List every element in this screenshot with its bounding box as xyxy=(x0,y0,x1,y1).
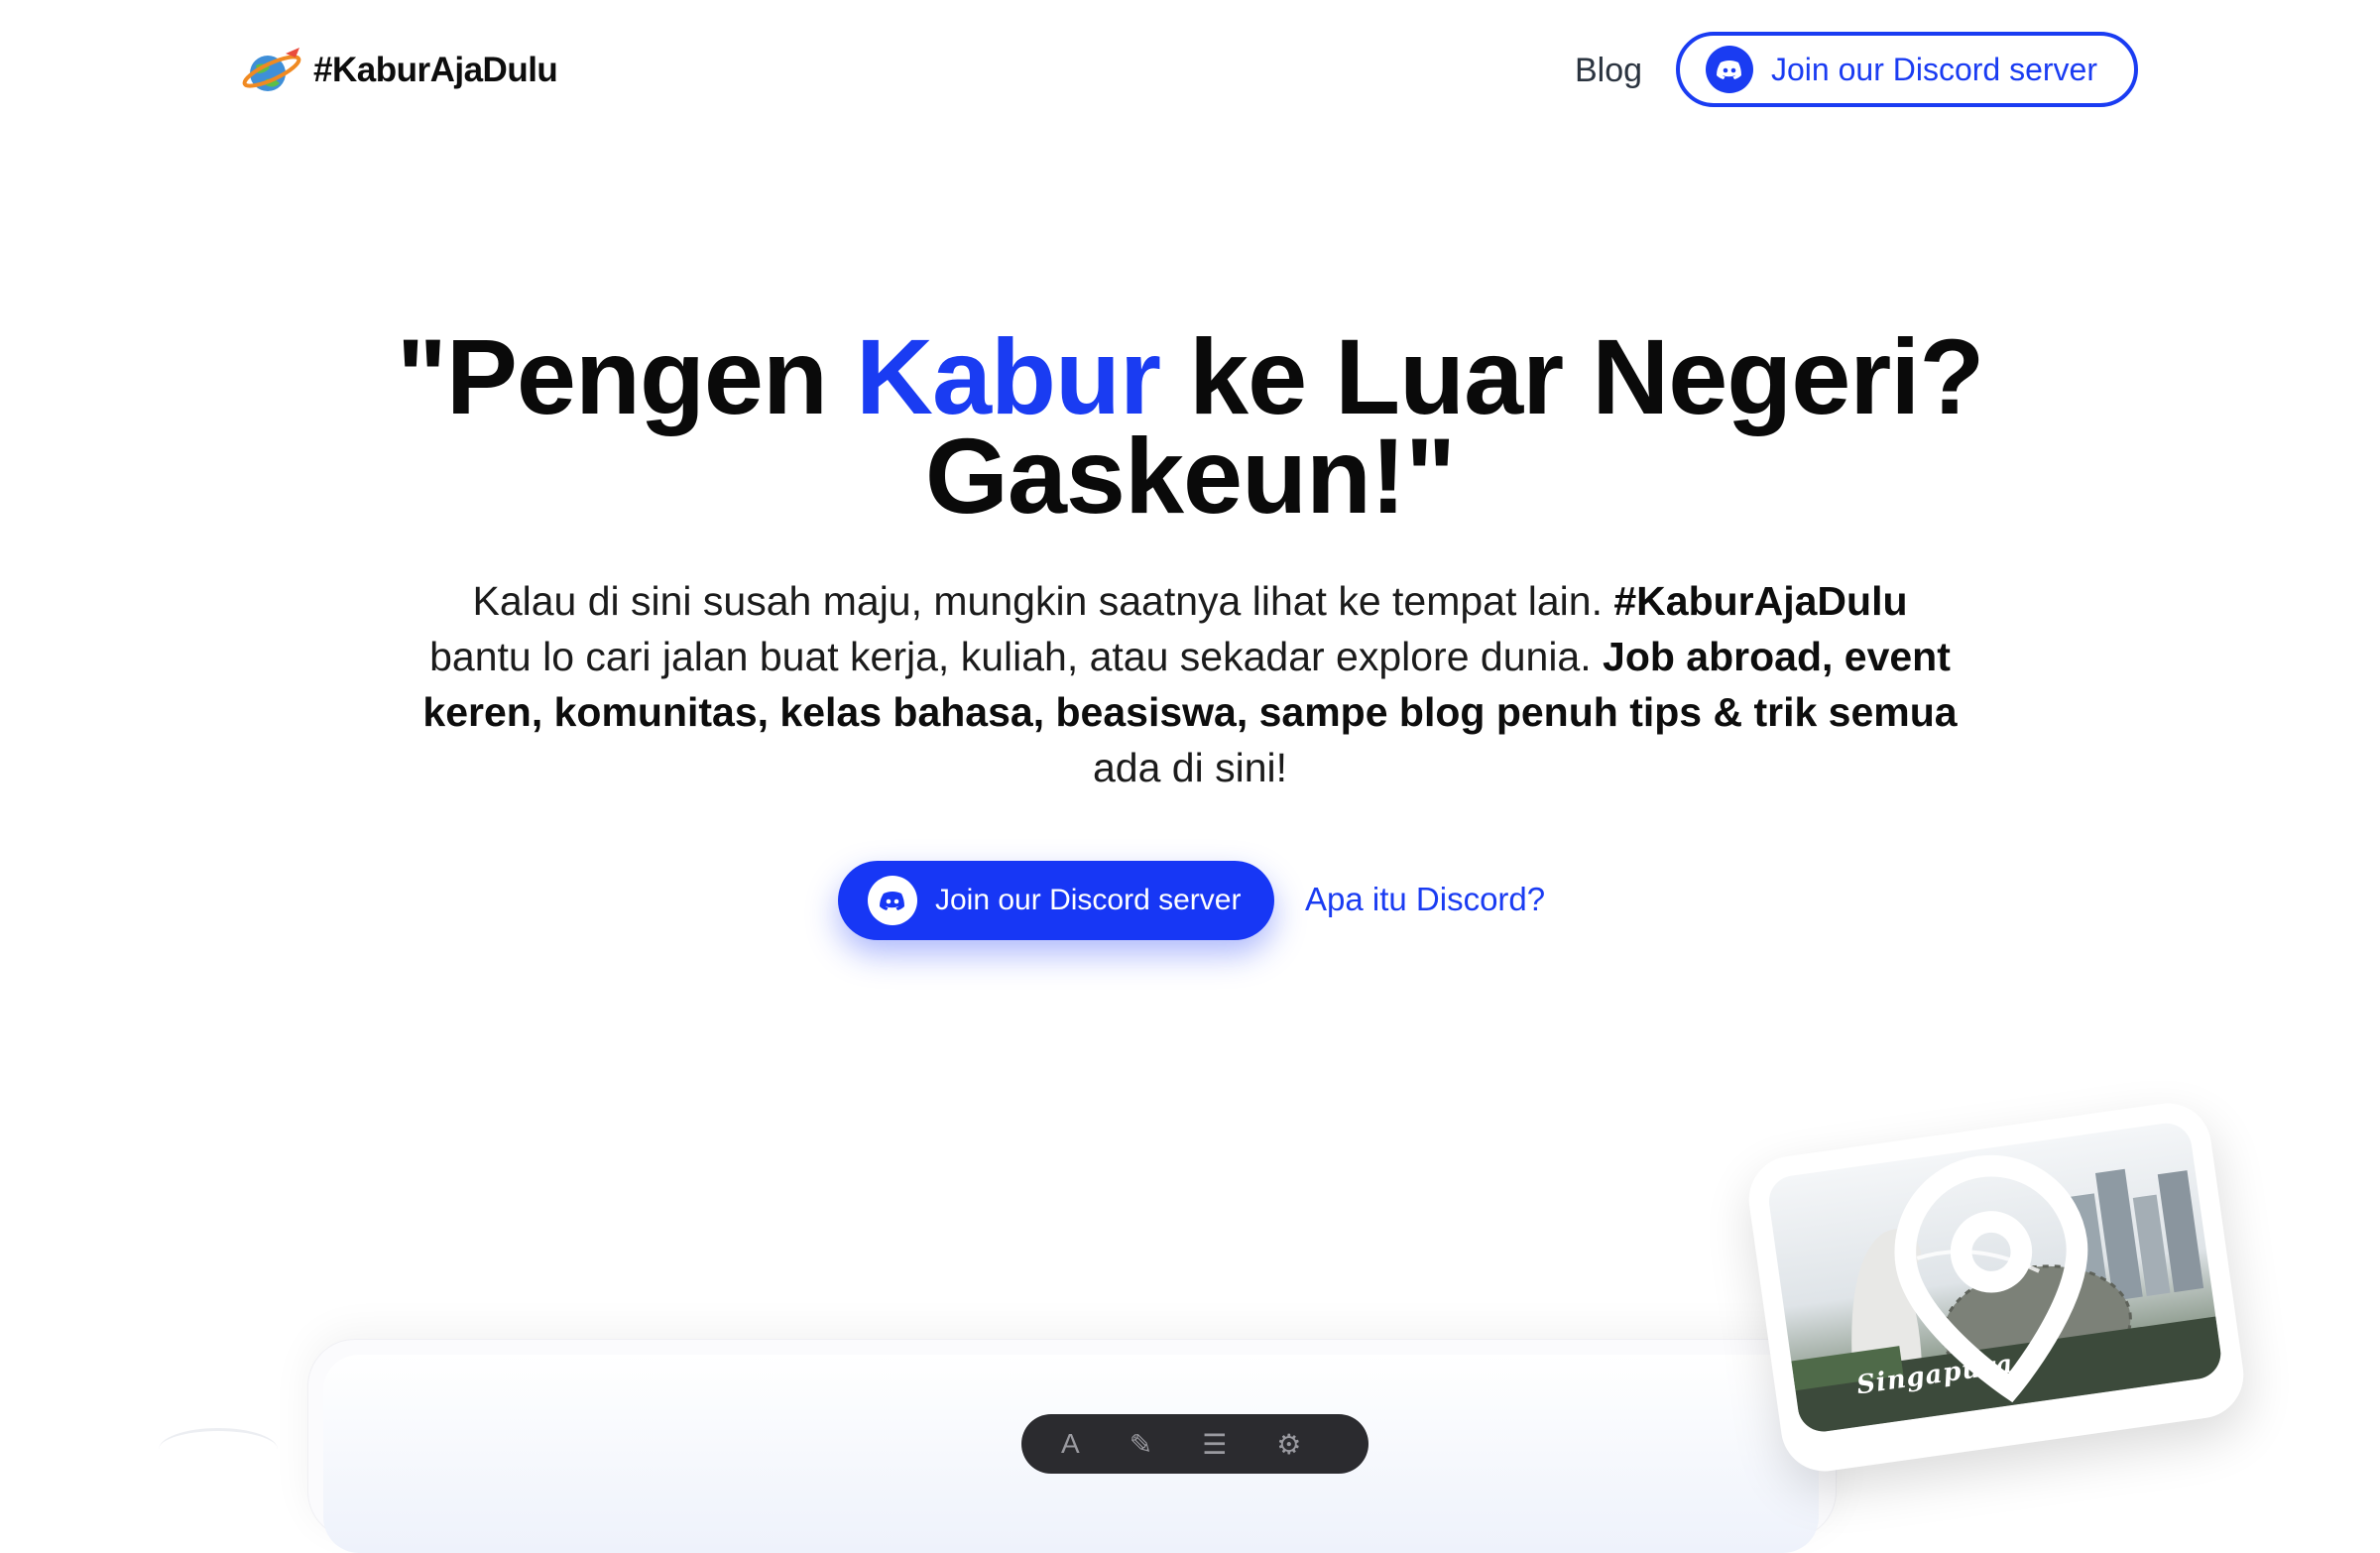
decorative-curve xyxy=(159,1428,278,1471)
list-tool-icon: ☰ xyxy=(1202,1429,1228,1460)
destination-postcard: Singapura xyxy=(1743,1097,2249,1478)
settings-tool-icon: ⚙ xyxy=(1276,1429,1302,1460)
hero-intro: Kalau di sini susah maju, mungkin saatny… xyxy=(416,573,1964,795)
text-tool-icon: A xyxy=(1061,1428,1080,1459)
intro-text-2: bantu lo cari jalan buat kerja, kuliah, … xyxy=(429,634,1604,679)
hero-discord-button[interactable]: Join our Discord server xyxy=(838,861,1274,940)
nav-blog-link[interactable]: Blog xyxy=(1575,52,1642,90)
hero-discord-label: Join our Discord server xyxy=(935,884,1242,916)
brand-logo[interactable]: #KaburAjaDulu xyxy=(242,44,558,97)
location-pin-icon xyxy=(1894,1154,2088,1403)
intro-text-3: ada di sini! xyxy=(1092,745,1287,790)
discord-icon xyxy=(868,876,917,925)
what-is-discord-link[interactable]: Apa itu Discord? xyxy=(1305,881,1545,918)
brand-name: #KaburAjaDulu xyxy=(313,51,558,89)
discord-icon xyxy=(1706,46,1753,93)
intro-text-1: Kalau di sini susah maju, mungkin saatny… xyxy=(472,578,1614,624)
singapore-photo: Singapura xyxy=(1765,1120,2224,1435)
intro-hashtag: #KaburAjaDulu xyxy=(1613,578,1908,624)
brush-tool-icon: ✎ xyxy=(1129,1429,1153,1460)
preview-toolbar: A ✎ ☰ ⚙ xyxy=(1021,1414,1368,1474)
hero-headline: "Pengen Kabur ke Luar Negeri? Gaskeun!" xyxy=(298,323,2082,530)
top-nav: #KaburAjaDulu Blog Join our Discord serv… xyxy=(0,0,2380,139)
headline-part-1: "Pengen xyxy=(396,316,856,436)
globe-plane-icon xyxy=(242,48,301,91)
nav-discord-button[interactable]: Join our Discord server xyxy=(1676,32,2138,107)
nav-discord-label: Join our Discord server xyxy=(1771,51,2097,87)
